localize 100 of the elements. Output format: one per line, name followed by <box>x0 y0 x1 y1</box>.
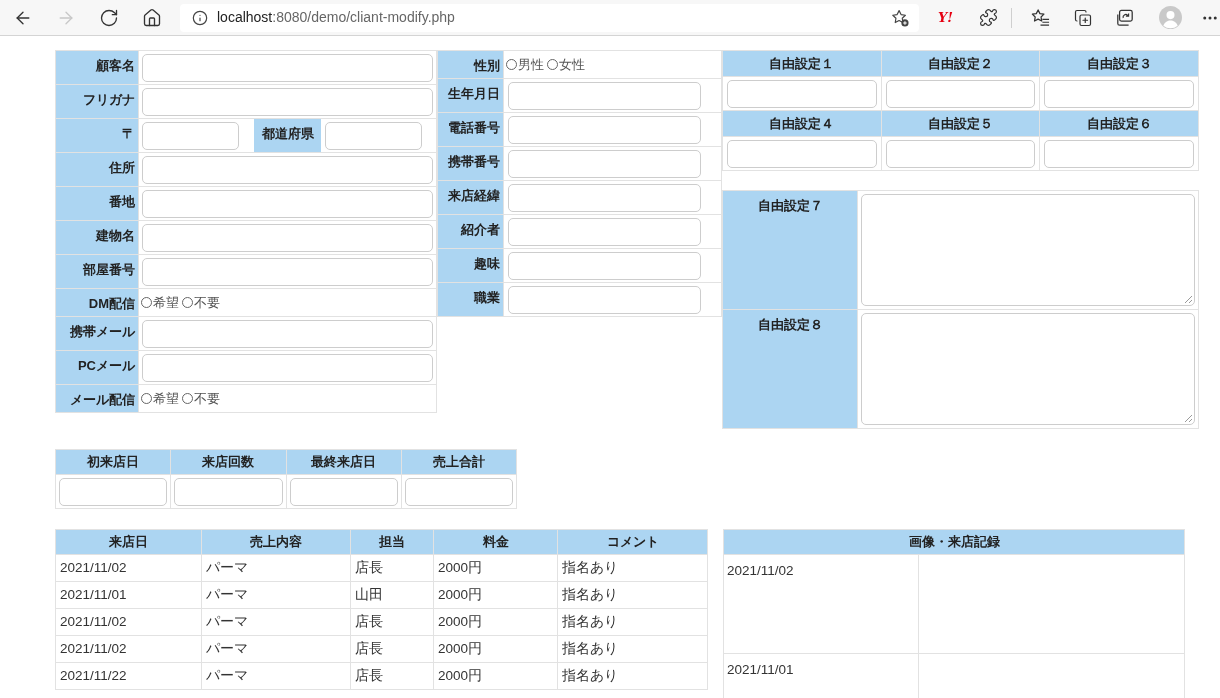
table-cell: 2021/11/02 <box>723 554 919 654</box>
text-field[interactable] <box>508 217 701 246</box>
column-header: 売上合計 <box>401 449 517 475</box>
screen-arrow-icon[interactable] <box>1116 8 1135 27</box>
radio-option[interactable]: 希望 <box>141 388 179 409</box>
field-label: 自由設定４ <box>722 110 882 137</box>
text-field[interactable] <box>1044 79 1194 108</box>
text-field[interactable] <box>404 477 513 506</box>
text-field[interactable] <box>508 115 701 144</box>
table-cell: 店長 <box>350 635 434 663</box>
extension-button[interactable]: Y! <box>937 11 953 24</box>
radio-option[interactable]: 不要 <box>182 388 220 409</box>
radio-option[interactable]: 女性 <box>547 54 585 75</box>
column-header: 担当 <box>350 529 434 555</box>
column-header: 画像・来店記録 <box>723 529 1185 555</box>
field-label: 紹介者 <box>437 214 504 249</box>
field-label: 性別 <box>437 50 504 79</box>
table-cell: パーマ <box>201 581 351 609</box>
field-label: 来店経緯 <box>437 180 504 215</box>
avatar-icon[interactable] <box>1158 6 1182 29</box>
text-field[interactable] <box>142 121 239 150</box>
text-field[interactable] <box>142 53 433 82</box>
column-header: 来店日 <box>55 529 202 555</box>
favorites-icon[interactable] <box>1030 8 1050 27</box>
radio-option[interactable]: 不要 <box>182 292 220 313</box>
table-cell: 2021/11/02 <box>55 608 202 636</box>
field-label: 自由設定５ <box>881 110 1040 137</box>
field-label: 住所 <box>55 152 139 187</box>
text-field[interactable] <box>325 121 422 150</box>
text-field[interactable] <box>885 79 1036 108</box>
table-cell: 2000円 <box>433 608 558 636</box>
info-icon[interactable] <box>192 9 208 26</box>
text-field[interactable] <box>59 477 168 506</box>
text-field[interactable] <box>508 81 701 110</box>
text-field[interactable] <box>142 353 433 382</box>
text-area[interactable] <box>861 313 1195 425</box>
field-label: 顧客名 <box>55 50 139 85</box>
text-field[interactable] <box>885 139 1036 168</box>
text-field[interactable] <box>727 79 877 108</box>
table-cell: 店長 <box>350 554 434 582</box>
field-label: 自由設定８ <box>722 309 858 429</box>
collections-icon[interactable] <box>1074 8 1093 27</box>
text-field[interactable] <box>508 251 701 280</box>
url-text[interactable]: localhost:8080/demo/cliant-modify.php <box>217 7 455 28</box>
table-cell: 店長 <box>350 662 434 690</box>
resize-grip-icon[interactable] <box>1184 295 1192 303</box>
field-label: 携帯番号 <box>437 146 504 181</box>
table-cell: 2000円 <box>433 581 558 609</box>
table-cell: 2021/11/01 <box>723 653 919 698</box>
field-label: 建物名 <box>55 220 139 255</box>
field-label: 〒 <box>55 118 139 153</box>
address-bar[interactable]: localhost:8080/demo/cliant-modify.php <box>180 3 919 32</box>
column-header: 最終来店日 <box>286 449 402 475</box>
text-field[interactable] <box>174 477 283 506</box>
radio-option[interactable]: 希望 <box>141 292 179 313</box>
field-label: 自由設定１ <box>722 50 882 77</box>
reload-icon[interactable] <box>99 7 119 28</box>
field-label: DM配信 <box>55 288 139 317</box>
puzzle-icon[interactable] <box>978 8 998 27</box>
resize-grip-icon[interactable] <box>1184 414 1192 422</box>
field-label: 部屋番号 <box>55 254 139 289</box>
field-label: フリガナ <box>55 84 139 119</box>
text-field[interactable] <box>508 183 701 212</box>
table-cell: 2021/11/02 <box>55 635 202 663</box>
table-cell: 指名あり <box>557 554 708 582</box>
field-label: 自由設定３ <box>1039 50 1199 77</box>
text-field[interactable] <box>142 189 433 218</box>
table-cell: 2000円 <box>433 554 558 582</box>
table-cell: パーマ <box>201 662 351 690</box>
table-cell: 2021/11/02 <box>55 554 202 582</box>
table-cell: パーマ <box>201 608 351 636</box>
text-field[interactable] <box>142 155 433 184</box>
table-cell: 指名あり <box>557 608 708 636</box>
text-field[interactable] <box>1044 139 1194 168</box>
table-cell: 2000円 <box>433 635 558 663</box>
table-cell: パーマ <box>201 635 351 663</box>
text-field[interactable] <box>142 223 433 252</box>
star-plus-icon[interactable] <box>890 8 909 27</box>
field-label: 趣味 <box>437 248 504 283</box>
text-field[interactable] <box>142 87 433 116</box>
field-label: 携帯メール <box>55 316 139 351</box>
text-field[interactable] <box>508 149 701 178</box>
field-label: 自由設定６ <box>1039 110 1199 137</box>
table-cell: 指名あり <box>557 635 708 663</box>
field-label: 生年月日 <box>437 78 504 113</box>
home-icon[interactable] <box>142 7 162 28</box>
text-area[interactable] <box>861 194 1195 306</box>
column-header: コメント <box>557 529 708 555</box>
text-field[interactable] <box>727 139 877 168</box>
table-cell: 2021/11/01 <box>55 581 202 609</box>
column-header: 売上内容 <box>201 529 351 555</box>
text-field[interactable] <box>508 285 701 314</box>
table-cell: 指名あり <box>557 581 708 609</box>
text-field[interactable] <box>142 257 433 286</box>
text-field[interactable] <box>289 477 398 506</box>
radio-option[interactable]: 男性 <box>506 54 544 75</box>
field-label: PCメール <box>55 350 139 385</box>
table-cell: パーマ <box>201 554 351 582</box>
column-header: 料金 <box>433 529 558 555</box>
text-field[interactable] <box>142 319 433 348</box>
